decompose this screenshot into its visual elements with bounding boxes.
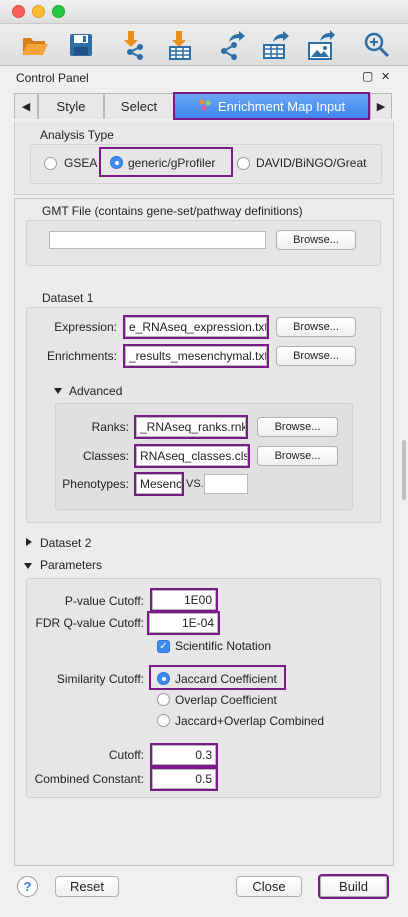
- analysis-type-group: GSEA generic/gProfiler DAVID/BiNGO/Great: [30, 144, 382, 184]
- fdr-field[interactable]: 1E-04: [147, 611, 220, 635]
- tab-scroll-right-button[interactable]: ▶: [370, 93, 392, 119]
- combined-label: Jaccard+Overlap Combined: [175, 714, 325, 728]
- phenotypes-label: Phenotypes:: [62, 477, 129, 491]
- analysis-type-heading: Analysis Type: [40, 128, 114, 142]
- reset-button[interactable]: Reset: [55, 876, 119, 897]
- parameters-collapse-icon[interactable]: [24, 563, 32, 569]
- jaccard-radio[interactable]: [157, 672, 170, 685]
- float-panel-icon[interactable]: ▢: [362, 69, 373, 83]
- david-label: DAVID/BiNGO/Great: [256, 156, 367, 170]
- enrichments-label: Enrichments:: [46, 349, 117, 363]
- scrollbar-thumb[interactable]: [402, 440, 406, 500]
- close-window-button[interactable]: [12, 5, 25, 18]
- tab-style[interactable]: Style: [38, 93, 104, 119]
- analysis-type-generic-radio[interactable]: [110, 156, 123, 169]
- parameters-heading[interactable]: Parameters: [40, 558, 102, 572]
- combined-constant-field[interactable]: 0.5: [150, 767, 218, 791]
- export-table-icon[interactable]: [258, 28, 292, 62]
- minimize-window-button[interactable]: [32, 5, 45, 18]
- dataset2-heading[interactable]: Dataset 2: [40, 536, 91, 550]
- expression-file-field[interactable]: e_RNAseq_expression.txt: [123, 315, 269, 339]
- ranks-label: Ranks:: [91, 420, 129, 434]
- dataset2-expand-icon[interactable]: [26, 538, 32, 546]
- fdr-label: FDR Q-value Cutoff:: [35, 616, 144, 630]
- open-folder-icon[interactable]: [18, 28, 52, 62]
- export-network-icon[interactable]: [216, 28, 250, 62]
- analysis-type-gsea-radio[interactable]: [44, 157, 57, 170]
- analysis-type-david-radio[interactable]: [237, 157, 250, 170]
- import-network-icon[interactable]: [116, 28, 150, 62]
- pvalue-field[interactable]: 1E00: [150, 588, 218, 612]
- help-icon[interactable]: ?: [17, 876, 38, 897]
- build-button[interactable]: Build: [318, 874, 389, 899]
- gmt-label: GMT File (contains gene-set/pathway defi…: [42, 204, 303, 218]
- ranks-browse-button[interactable]: Browse...: [257, 417, 338, 437]
- ranks-file-field[interactable]: _RNAseq_ranks.rnk: [134, 415, 248, 439]
- gmt-browse-button[interactable]: Browse...: [276, 230, 356, 250]
- cutoff-label: Cutoff:: [108, 748, 144, 762]
- classes-browse-button[interactable]: Browse...: [257, 446, 338, 466]
- dataset1-heading: Dataset 1: [42, 291, 94, 305]
- panel-title: Control Panel: [16, 71, 89, 85]
- import-table-icon[interactable]: [162, 28, 196, 62]
- close-panel-icon[interactable]: ✕: [381, 70, 390, 83]
- advanced-heading[interactable]: Advanced: [69, 384, 122, 398]
- expression-browse-button[interactable]: Browse...: [276, 317, 356, 337]
- close-button[interactable]: Close: [236, 876, 302, 897]
- advanced-expand-icon[interactable]: [54, 388, 62, 394]
- scientific-notation-checkbox[interactable]: ✓: [157, 640, 170, 653]
- zoom-in-icon[interactable]: [360, 28, 394, 62]
- enrichment-map-logo-icon: [198, 98, 212, 115]
- parameters-group: [26, 578, 381, 798]
- classes-label: Classes:: [82, 449, 129, 463]
- control-panel-header: Control Panel ▢ ✕: [0, 67, 408, 89]
- combined-constant-label: Combined Constant:: [34, 772, 144, 786]
- jaccard-label: Jaccard Coefficient: [175, 672, 277, 686]
- cutoff-field[interactable]: 0.3: [150, 743, 218, 767]
- combined-radio[interactable]: [157, 714, 170, 727]
- panel-tabs: ◀ Style Select Enrichment Map Input ▶: [0, 92, 408, 121]
- window-titlebar: [0, 0, 408, 24]
- phenotype1-field[interactable]: Mesenc: [134, 472, 184, 496]
- zoom-window-button[interactable]: [52, 5, 65, 18]
- save-icon[interactable]: [64, 28, 98, 62]
- expression-label: Expression:: [54, 320, 117, 334]
- gsea-label: GSEA: [64, 156, 98, 170]
- similarity-label: Similarity Cutoff:: [56, 672, 144, 686]
- export-image-icon[interactable]: [304, 28, 338, 62]
- scientific-notation-label: Scientific Notation: [175, 639, 272, 653]
- overlap-label: Overlap Coefficient: [175, 693, 277, 707]
- overlap-radio[interactable]: [157, 693, 170, 706]
- vs-label: VS.: [186, 478, 204, 490]
- generic-label: generic/gProfiler: [128, 156, 216, 170]
- toolbar: [0, 24, 408, 66]
- gmt-file-field[interactable]: [49, 231, 266, 249]
- tab-enrichment-map-input[interactable]: Enrichment Map Input: [173, 92, 370, 120]
- phenotype2-field[interactable]: [204, 474, 248, 494]
- enrichments-file-field[interactable]: _results_mesenchymal.txt: [123, 344, 269, 368]
- pvalue-label: P-value Cutoff:: [64, 594, 144, 608]
- tab-scroll-left-button[interactable]: ◀: [14, 93, 38, 119]
- tab-select[interactable]: Select: [104, 93, 174, 119]
- enrichments-browse-button[interactable]: Browse...: [276, 346, 356, 366]
- classes-file-field[interactable]: RNAseq_classes.cls: [134, 444, 250, 468]
